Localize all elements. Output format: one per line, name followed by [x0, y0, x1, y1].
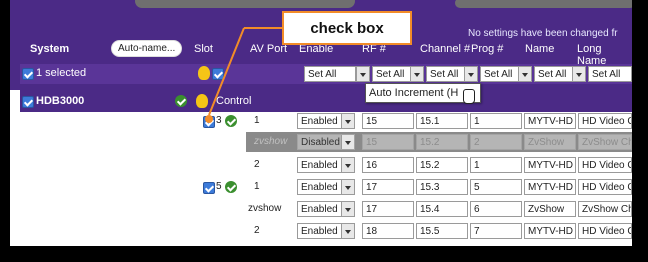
settings-panel: No settings have been changed fr System …	[10, 0, 632, 246]
check-box-callout: check box	[282, 11, 412, 45]
screenshot-frame: No settings have been changed fr System …	[10, 0, 632, 246]
